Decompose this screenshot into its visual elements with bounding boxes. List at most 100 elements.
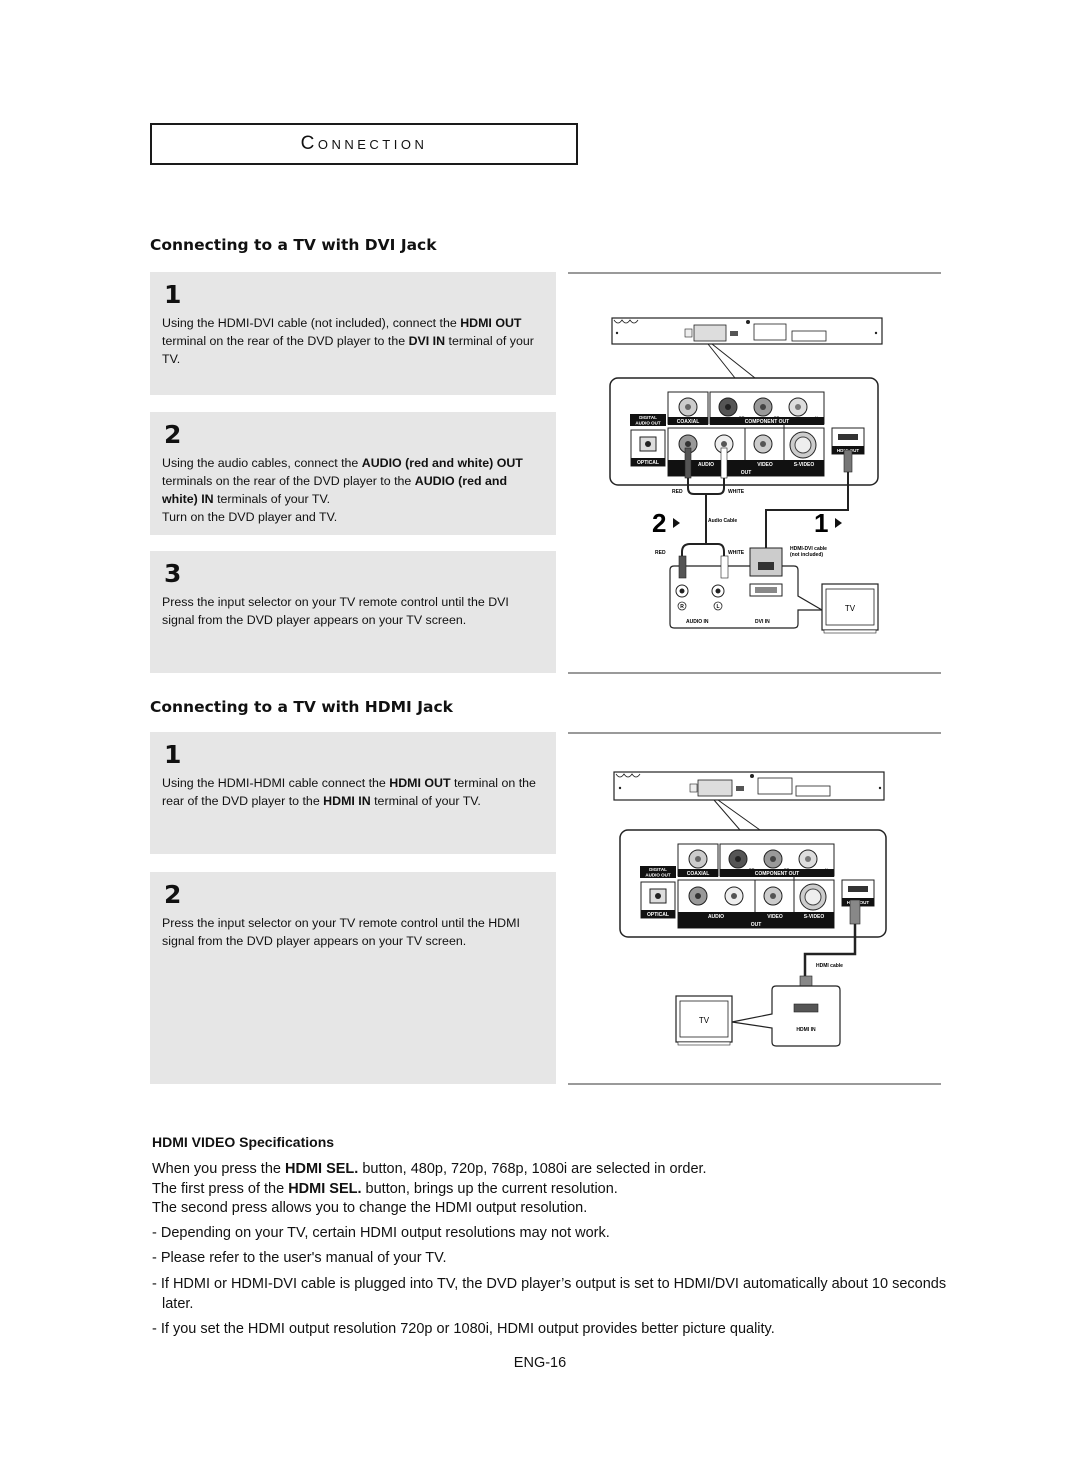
dvi-section-heading: Connecting to a TV with DVI Jack bbox=[150, 236, 437, 254]
hdmi-step-1-panel: 1 Using the HDMI-HDMI cable connect the … bbox=[150, 732, 556, 854]
audio-in-r-jack bbox=[675, 584, 689, 598]
out-label: OUT bbox=[741, 470, 752, 476]
text-segment: When you press the bbox=[152, 1161, 285, 1177]
text-segment: terminal of your TV. bbox=[370, 794, 481, 808]
dvd-player-rear bbox=[613, 771, 885, 801]
section-title-box: Connection bbox=[150, 123, 578, 165]
text-segment: button, brings up the current resolution… bbox=[361, 1180, 618, 1197]
red-label-top: RED bbox=[672, 489, 683, 495]
hdmi-in-label: HDMI IN bbox=[796, 1027, 816, 1033]
specs-line-1: When you press the HDMI SEL. button, 480… bbox=[152, 1160, 707, 1180]
white-label-top: WHITE bbox=[728, 489, 745, 495]
emphasis-text: HDMI IN bbox=[323, 794, 371, 808]
step-text: Using the HDMI-HDMI cable connect the HD… bbox=[162, 774, 544, 810]
s-video-label: S-VIDEO bbox=[804, 914, 825, 920]
tv-icon: TV bbox=[675, 995, 733, 1046]
hdmi-cable-label: HDMI cable bbox=[816, 963, 843, 969]
callout-lines bbox=[713, 799, 761, 831]
y-jack bbox=[798, 849, 818, 869]
hdmi-dvi-cable-label-2: (not included) bbox=[790, 552, 823, 558]
coaxial-label: COAXIAL bbox=[677, 419, 700, 425]
hdmi-step-2-panel: 2 Press the input selector on your TV re… bbox=[150, 872, 556, 1084]
tv-label: TV bbox=[699, 1016, 710, 1025]
step-number: 1 bbox=[164, 740, 182, 769]
audio-label: AUDIO bbox=[698, 462, 714, 468]
specs-paragraph: When you press the HDMI SEL. button, 480… bbox=[152, 1160, 707, 1219]
pb-jack bbox=[753, 397, 773, 417]
rear-panel-enlarged: PR PB Y COAXIAL COMPONENT OUT DIGITAL AU… bbox=[609, 377, 879, 486]
step-text: Press the input selector on your TV remo… bbox=[162, 914, 544, 950]
emphasis-text: DVI IN bbox=[408, 334, 446, 348]
pr-jack bbox=[718, 397, 738, 417]
dvi-step-3-panel: 3 Press the input selector on your TV re… bbox=[150, 551, 556, 673]
digital-audio-out-label-2: AUDIO OUT bbox=[645, 873, 671, 878]
text-segment: Press the input selector on your TV remo… bbox=[162, 916, 520, 948]
component-out-label: COMPONENT OUT bbox=[755, 871, 799, 877]
pr-jack bbox=[728, 849, 748, 869]
text-segment: terminal on the rear of the DVD player t… bbox=[162, 334, 409, 348]
dvi-connection-diagram: PR PB Y COAXIAL COMPONENT OUT DIGITAL AU… bbox=[609, 317, 883, 634]
step-text: Using the audio cables, connect the AUDI… bbox=[162, 454, 544, 526]
step-2-arrow-icon bbox=[673, 518, 680, 528]
text-segment: terminals on the rear of the DVD player … bbox=[162, 474, 415, 488]
dvi-diagram-bottom-rule bbox=[568, 672, 941, 674]
step-1-arrow-icon bbox=[835, 518, 842, 528]
r-label: R bbox=[680, 604, 684, 610]
hdmi-diagram-bottom-rule bbox=[568, 1083, 941, 1085]
step-1-marker: 1 bbox=[814, 508, 828, 538]
l-label: L bbox=[716, 604, 719, 610]
s-video-jack bbox=[789, 431, 817, 459]
rear-panel-enlarged: PR PB Y COAXIAL COMPONENT OUT DIGITAL AU… bbox=[619, 829, 887, 938]
emphasis-text: AUDIO (red and white) OUT bbox=[361, 456, 523, 470]
specs-note-3-text: - If HDMI or HDMI-DVI cable is plugged i… bbox=[152, 1276, 947, 1312]
video-label: VIDEO bbox=[767, 914, 783, 920]
tv-icon: TV bbox=[821, 583, 879, 634]
hdmi-diagram-top-rule bbox=[568, 732, 941, 734]
specs-note-4: - If you set the HDMI output resolution … bbox=[152, 1321, 775, 1337]
text-segment: Press the input selector on your TV remo… bbox=[162, 595, 509, 627]
specs-line-2: The first press of the HDMI SEL. button,… bbox=[152, 1180, 707, 1200]
emphasis-text: HDMI OUT bbox=[460, 316, 522, 330]
out-label: OUT bbox=[751, 922, 762, 928]
text-segment: The first press of the bbox=[152, 1180, 289, 1197]
s-video-label: S-VIDEO bbox=[794, 462, 815, 468]
step-2-marker: 2 bbox=[652, 508, 666, 538]
step-text: Using the HDMI-DVI cable (not included),… bbox=[162, 314, 544, 368]
dvi-in-label: DVI IN bbox=[755, 619, 770, 625]
tv-input-panel: R L AUDIO IN DVI IN bbox=[669, 547, 825, 629]
digital-audio-out-label-1: DIGITAL bbox=[649, 867, 667, 872]
text-segment: Using the HDMI-DVI cable (not included),… bbox=[162, 316, 461, 330]
step-number: 2 bbox=[164, 880, 182, 909]
coaxial-label: COAXIAL bbox=[687, 871, 710, 877]
hdmi-video-specs-heading: HDMI VIDEO Specifications bbox=[152, 1134, 335, 1150]
step-text: Press the input selector on your TV remo… bbox=[162, 593, 544, 629]
specs-note-3: - If HDMI or HDMI-DVI cable is plugged i… bbox=[152, 1275, 962, 1314]
text-segment: button, 480p, 720p, 768p, 1080i are sele… bbox=[358, 1161, 707, 1177]
dvi-step-1-panel: 1 Using the HDMI-DVI cable (not included… bbox=[150, 272, 556, 395]
dvi-diagram-top-rule bbox=[568, 272, 941, 274]
audio-in-l-jack bbox=[711, 584, 725, 598]
pb-jack bbox=[763, 849, 783, 869]
video-label: VIDEO bbox=[757, 462, 773, 468]
component-out-label: COMPONENT OUT bbox=[745, 419, 789, 425]
tv-input-panel: HDMI IN bbox=[731, 985, 841, 1047]
page-number: ENG-16 bbox=[513, 1355, 567, 1371]
specs-note-2: - Please refer to the user's manual of y… bbox=[152, 1250, 447, 1266]
optical-label: OPTICAL bbox=[637, 460, 659, 466]
emphasis-text: HDMI SEL. bbox=[285, 1161, 359, 1177]
step-number: 2 bbox=[164, 420, 182, 449]
dvi-connector bbox=[749, 547, 783, 597]
section-title: Connection bbox=[300, 133, 428, 154]
text-segment: terminals of your TV. bbox=[213, 492, 331, 506]
dvd-player-rear bbox=[611, 317, 883, 345]
specs-line-3: The second press allows you to change th… bbox=[152, 1199, 707, 1219]
step-text-body: Using the audio cables, connect the AUDI… bbox=[162, 456, 523, 506]
audio-in-label: AUDIO IN bbox=[686, 619, 709, 625]
text-segment: Using the HDMI-HDMI cable connect the bbox=[162, 776, 390, 790]
tv-label: TV bbox=[845, 604, 856, 613]
text-segment: Using the audio cables, connect the bbox=[162, 456, 362, 470]
emphasis-text: HDMI SEL. bbox=[288, 1180, 362, 1197]
emphasis-text: HDMI OUT bbox=[389, 776, 451, 790]
audio-label: AUDIO bbox=[708, 914, 724, 920]
digital-audio-out-label-2: AUDIO OUT bbox=[635, 421, 661, 426]
